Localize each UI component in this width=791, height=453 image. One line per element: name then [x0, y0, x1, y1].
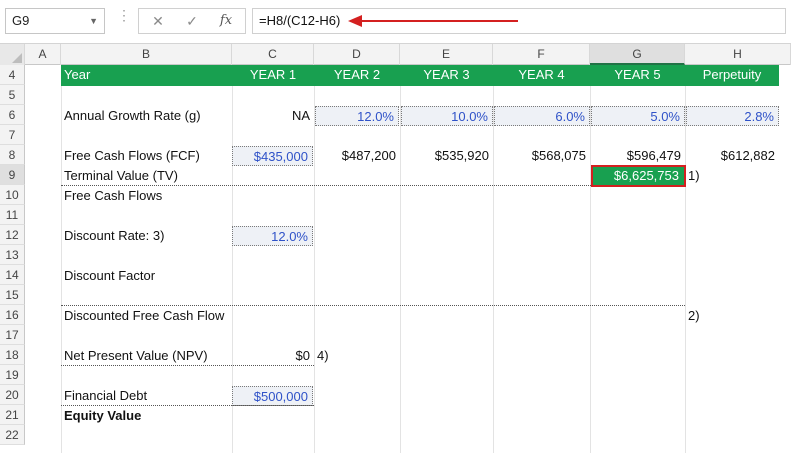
row-header-20[interactable]: 20 — [0, 385, 25, 405]
row-header-12[interactable]: 12 — [0, 225, 25, 245]
terminal-value-cell[interactable]: $6,625,753 — [591, 165, 686, 187]
row-header-6[interactable]: 6 — [0, 105, 25, 125]
row-18-divider — [61, 365, 314, 366]
name-box-value: G9 — [12, 13, 30, 28]
discounted-fcf-label[interactable]: Discounted Free Cash Flow — [61, 306, 261, 326]
column-header-h[interactable]: H — [685, 44, 791, 65]
column-header-c[interactable]: C — [232, 44, 314, 65]
row-header-10[interactable]: 10 — [0, 185, 25, 205]
perpetuity-header[interactable]: Perpetuity — [685, 65, 779, 85]
fcf-y4[interactable]: $568,075 — [493, 146, 590, 166]
row-header-19[interactable]: 19 — [0, 365, 25, 385]
growth-rate-y4[interactable]: 6.0% — [494, 106, 590, 126]
row-header-9[interactable]: 9 — [0, 165, 25, 185]
drag-handle-icon[interactable]: ⋮ — [117, 8, 131, 30]
year-5-header[interactable]: YEAR 5 — [590, 65, 685, 85]
row-header-18[interactable]: 18 — [0, 345, 25, 365]
row-header-7[interactable]: 7 — [0, 125, 25, 145]
fcf-perpetuity[interactable]: $612,882 — [685, 146, 779, 166]
row-header-13[interactable]: 13 — [0, 245, 25, 265]
year-1-header[interactable]: YEAR 1 — [232, 65, 314, 85]
row-header-14[interactable]: 14 — [0, 265, 25, 285]
row-header-8[interactable]: 8 — [0, 145, 25, 165]
growth-rate-y1[interactable]: NA — [232, 106, 314, 126]
column-header-bar: A B C D E F G H — [0, 44, 791, 65]
row-header-11[interactable]: 11 — [0, 205, 25, 225]
year-2-header[interactable]: YEAR 2 — [314, 65, 400, 85]
note-2: 2) — [688, 308, 700, 323]
row-header-21[interactable]: 21 — [0, 405, 25, 425]
equity-value-label[interactable]: Equity Value — [61, 406, 232, 426]
year-4-header[interactable]: YEAR 4 — [493, 65, 590, 85]
row-header-17[interactable]: 17 — [0, 325, 25, 345]
fcf-y5[interactable]: $596,479 — [590, 146, 685, 166]
column-header-b[interactable]: B — [61, 44, 232, 65]
year-3-header[interactable]: YEAR 3 — [400, 65, 493, 85]
column-header-f[interactable]: F — [493, 44, 590, 65]
discount-factor-label[interactable]: Discount Factor — [61, 266, 232, 286]
formula-bar: G9 ▼ ⋮ ✕ ✓ fx =H8/(C12-H6) — [0, 0, 791, 44]
npv-value[interactable]: $0 — [232, 346, 314, 366]
enter-icon[interactable]: ✓ — [177, 9, 207, 33]
npv-label[interactable]: Net Present Value (NPV) — [61, 346, 232, 366]
column-header-g[interactable]: G — [590, 44, 685, 65]
formula-buttons: ✕ ✓ fx — [138, 8, 246, 34]
fcf-y3[interactable]: $535,920 — [400, 146, 493, 166]
name-box[interactable]: G9 ▼ — [5, 8, 105, 34]
cancel-icon[interactable]: ✕ — [143, 9, 173, 33]
formula-text: =H8/(C12-H6) — [259, 13, 341, 28]
fcf-label[interactable]: Free Cash Flows (FCF) — [61, 146, 232, 166]
growth-rate-y2[interactable]: 12.0% — [315, 106, 399, 126]
column-header-e[interactable]: E — [400, 44, 493, 65]
growth-rate-y3[interactable]: 10.0% — [401, 106, 493, 126]
row-header-16[interactable]: 16 — [0, 305, 25, 325]
growth-rate-label[interactable]: Annual Growth Rate (g) — [61, 106, 232, 126]
discount-rate-label[interactable]: Discount Rate: 3) — [61, 226, 232, 246]
row-header-22[interactable]: 22 — [0, 425, 25, 445]
growth-rate-perpetuity[interactable]: 2.8% — [686, 106, 779, 126]
financial-debt-label[interactable]: Financial Debt — [61, 386, 232, 406]
insert-function-icon[interactable]: fx — [211, 9, 241, 33]
select-all-icon — [12, 53, 22, 63]
year-label[interactable]: Year — [61, 65, 232, 85]
column-header-a[interactable]: A — [25, 44, 61, 65]
terminal-value-label[interactable]: Terminal Value (TV) — [61, 166, 232, 186]
chevron-down-icon[interactable]: ▼ — [89, 9, 98, 33]
row-header-15[interactable]: 15 — [0, 285, 25, 305]
column-header-d[interactable]: D — [314, 44, 400, 65]
select-all-button[interactable] — [0, 44, 25, 65]
row-header-5[interactable]: 5 — [0, 85, 25, 105]
fcf-y1[interactable]: $435,000 — [232, 146, 313, 166]
free-cash-flows-label[interactable]: Free Cash Flows — [61, 186, 232, 206]
growth-rate-y5[interactable]: 5.0% — [591, 106, 685, 126]
annotation-arrow-icon — [348, 15, 518, 27]
fcf-y2[interactable]: $487,200 — [314, 146, 400, 166]
row-header-4[interactable]: 4 — [0, 65, 25, 85]
note-4: 4) — [317, 348, 329, 363]
note-1: 1) — [688, 168, 700, 183]
discount-rate-value[interactable]: 12.0% — [232, 226, 313, 246]
financial-debt-value[interactable]: $500,000 — [232, 386, 313, 406]
